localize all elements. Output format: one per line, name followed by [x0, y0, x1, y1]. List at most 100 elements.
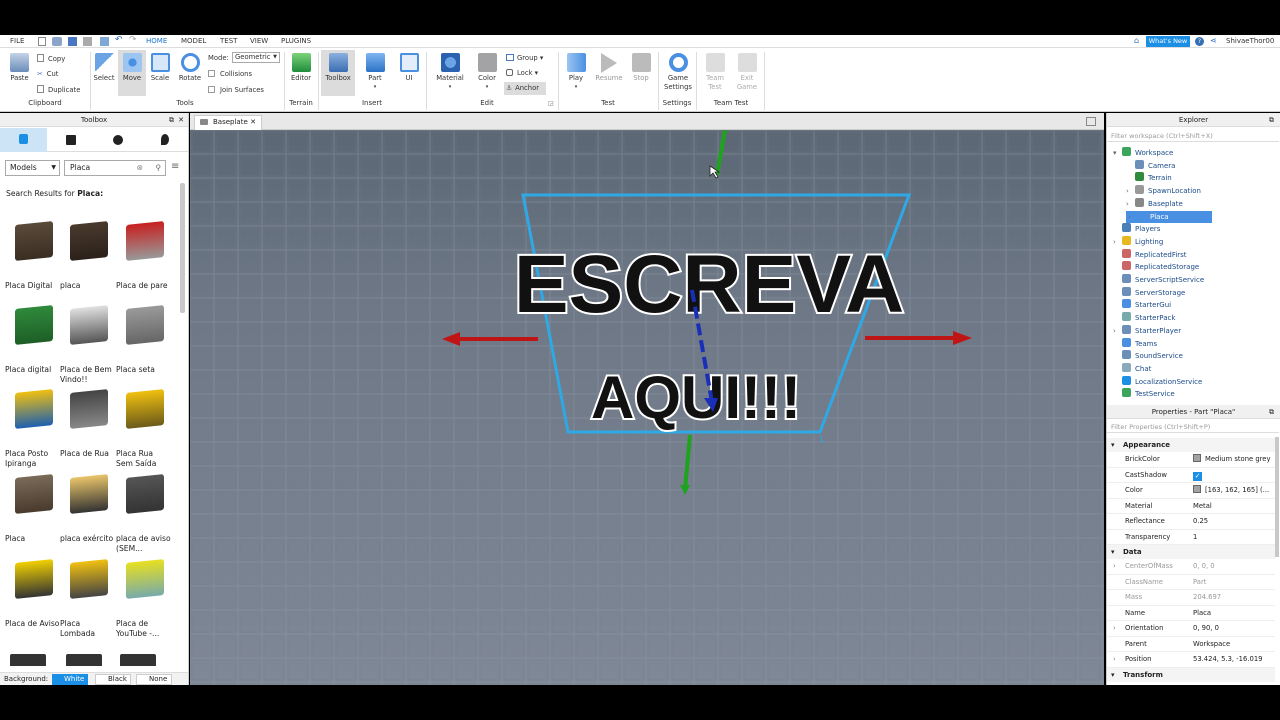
result-thumbnail[interactable]	[70, 221, 108, 261]
result-thumbnail[interactable]	[70, 389, 108, 429]
material-button[interactable]: Material ▾	[434, 53, 466, 92]
property-row[interactable]: › Position 53.424, 5.3, -16.019	[1107, 652, 1275, 668]
undo-icon[interactable]: ↶	[115, 35, 123, 45]
result-thumbnail[interactable]	[120, 654, 156, 666]
help-icon[interactable]: ?	[1195, 37, 1204, 46]
paste-button[interactable]: Paste	[6, 53, 33, 83]
explorer-item[interactable]: › SpawnLocation	[1126, 185, 1201, 197]
explorer-item[interactable]: › Baseplate	[1126, 197, 1183, 210]
filter-icon[interactable]: ≡	[171, 161, 179, 172]
tab-view[interactable]: VIEW	[250, 37, 268, 45]
expand-caret-icon[interactable]: ›	[1113, 325, 1122, 337]
result-label[interactable]: placa de aviso (SEM...	[116, 534, 171, 554]
result-label[interactable]: Placa Rua Sem Saída	[116, 449, 171, 469]
property-value[interactable]: [163, 162, 165] (...	[1193, 483, 1273, 498]
grid-icon[interactable]	[66, 135, 76, 145]
pin-icon[interactable]	[161, 134, 169, 145]
search-input[interactable]: Placa ⊗ ⚲	[64, 160, 166, 176]
result-thumbnail[interactable]	[66, 654, 102, 666]
result-thumbnail[interactable]	[126, 474, 164, 514]
explorer-item[interactable]: Camera	[1126, 159, 1175, 172]
game-settings-button[interactable]: Game Settings	[662, 53, 694, 92]
group-button[interactable]: Group ▾	[506, 54, 543, 62]
result-label[interactable]: placa exército	[60, 534, 115, 544]
property-value[interactable]: Medium stone grey	[1193, 452, 1273, 467]
property-value[interactable]: 0, 0, 0	[1193, 559, 1273, 574]
scrollbar[interactable]	[180, 183, 185, 313]
explorer-item[interactable]: › Lighting	[1113, 235, 1163, 248]
explorer-item[interactable]: ServerStorage	[1113, 286, 1185, 299]
expand-caret-icon[interactable]: ›	[1113, 652, 1116, 667]
property-value[interactable]: ✓	[1193, 468, 1273, 483]
property-row[interactable]: Color [163, 162, 165] (...	[1107, 483, 1275, 499]
ui-button[interactable]: UI	[397, 53, 421, 83]
explorer-item[interactable]: TestService	[1113, 388, 1175, 400]
anchor-button[interactable]: ⚓ Anchor	[504, 82, 546, 95]
result-thumbnail[interactable]	[70, 474, 108, 514]
collisions-toggle[interactable]: Collisions	[208, 70, 252, 78]
duplicate-button[interactable]: Duplicate	[37, 85, 80, 94]
result-thumbnail[interactable]	[15, 305, 53, 345]
join-surfaces-checkbox[interactable]	[208, 86, 215, 93]
property-row[interactable]: Material Metal	[1107, 499, 1275, 514]
result-thumbnail[interactable]	[15, 474, 53, 514]
new-file-icon[interactable]	[38, 37, 46, 46]
part-button[interactable]: Part ▾	[362, 53, 388, 92]
result-thumbnail[interactable]	[15, 221, 53, 261]
result-label[interactable]: Placa	[5, 534, 60, 544]
property-value[interactable]: Metal	[1193, 499, 1273, 514]
category-transform[interactable]: ▾ Transform	[1107, 667, 1275, 682]
explorer-item[interactable]: LocalizationService	[1113, 375, 1202, 388]
stop-button[interactable]: Stop	[629, 53, 653, 83]
bg-none-button[interactable]: None	[136, 674, 172, 685]
property-row[interactable]: Mass 204.697	[1107, 590, 1275, 606]
property-row[interactable]: Reflectance 0.25	[1107, 514, 1275, 530]
result-label[interactable]: Placa Digital	[5, 281, 60, 291]
expand-caret-icon[interactable]: ›	[1126, 185, 1135, 197]
cut-button[interactable]: ✂ Cut	[37, 70, 58, 78]
explorer-item[interactable]: StarterPack	[1113, 312, 1175, 324]
explorer-item[interactable]: › Placa	[1126, 210, 1212, 223]
tab-model[interactable]: MODEL	[181, 37, 206, 45]
expand-caret-icon[interactable]: ›	[1113, 559, 1116, 574]
property-row[interactable]: › Orientation 0, 90, 0	[1107, 621, 1275, 637]
copy-button[interactable]: Copy	[37, 54, 65, 63]
result-thumbnail[interactable]	[70, 559, 108, 599]
home-icon[interactable]: ⌂	[1134, 36, 1139, 45]
result-thumbnail[interactable]	[15, 389, 53, 429]
move-tool-button[interactable]: Move	[118, 50, 146, 96]
property-row[interactable]: Transparency 1	[1107, 530, 1275, 545]
result-label[interactable]: Placa de pare	[116, 281, 171, 291]
expand-caret-icon[interactable]: ›	[1128, 211, 1137, 223]
result-label[interactable]: Placa de YouTube -...	[116, 619, 171, 639]
play-button[interactable]: Play ▾	[564, 53, 588, 92]
explorer-item[interactable]: StarterGui	[1113, 299, 1171, 311]
whats-new-button[interactable]: What's New	[1146, 36, 1190, 47]
clock-icon[interactable]	[113, 135, 123, 145]
scrollbar[interactable]	[1275, 437, 1279, 557]
resume-button[interactable]: Resume	[594, 53, 624, 83]
result-thumbnail[interactable]	[126, 559, 164, 599]
maximize-icon[interactable]	[1086, 117, 1096, 126]
explorer-item[interactable]: ReplicatedFirst	[1113, 248, 1187, 261]
property-row[interactable]: Name Placa	[1107, 606, 1275, 621]
screenshot-icon[interactable]	[83, 37, 92, 46]
explorer-item[interactable]: ReplicatedStorage	[1113, 261, 1199, 273]
result-thumbnail[interactable]	[126, 305, 164, 345]
expand-caret-icon[interactable]: ›	[1113, 236, 1122, 248]
property-value[interactable]: Workspace	[1193, 637, 1273, 652]
result-label[interactable]: Placa de Bem Vindo!!	[60, 365, 115, 385]
scale-tool-button[interactable]: Scale	[149, 53, 171, 83]
property-value[interactable]: 204.697	[1193, 590, 1273, 605]
explorer-item[interactable]: Teams	[1113, 337, 1157, 350]
result-thumbnail[interactable]	[126, 389, 164, 429]
result-label[interactable]: Placa de Rua	[60, 449, 115, 459]
join-surfaces-toggle[interactable]: Join Surfaces	[208, 86, 264, 94]
publish-icon[interactable]	[52, 37, 62, 46]
explorer-item[interactable]: SoundService	[1113, 350, 1183, 362]
property-row[interactable]: BrickColor Medium stone grey	[1107, 452, 1275, 468]
result-label[interactable]: Placa seta	[116, 365, 171, 375]
close-icon[interactable]: ✕	[250, 116, 256, 129]
bg-white-button[interactable]: White	[52, 674, 88, 685]
result-label[interactable]: Placa Lombada	[60, 619, 115, 639]
